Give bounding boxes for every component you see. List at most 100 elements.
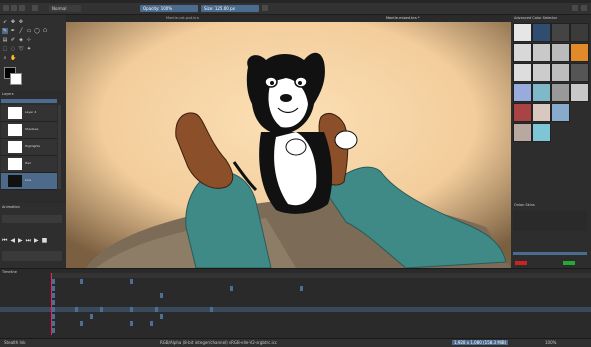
frame-controls[interactable]	[2, 215, 62, 223]
layers-scrollbar[interactable]	[58, 105, 61, 189]
playback-controls[interactable]: ⏮◀▶⏭▶■	[2, 237, 50, 245]
layer-name: Shadows	[25, 127, 39, 131]
opacity-slider[interactable]: Opacity: 100%	[140, 5, 198, 12]
colorpicker-icon[interactable]: ✐	[10, 37, 16, 43]
brush-preset-tile[interactable]	[532, 43, 551, 62]
timeline-title: Timeline	[2, 270, 17, 274]
brush-preset-tile[interactable]	[570, 63, 589, 82]
layer-name: Highlights	[25, 144, 41, 148]
brush-preset-tile[interactable]	[551, 63, 570, 82]
brush-preset-tile[interactable]	[532, 123, 551, 142]
workspace-icon[interactable]	[572, 5, 578, 11]
line-tool-icon[interactable]: ╱	[18, 28, 24, 34]
background-color-swatch[interactable]	[10, 73, 22, 85]
brush-preset-tile[interactable]	[570, 83, 589, 102]
color-profile: RGB/Alpha (8-bit integer/channel) sRGB-e…	[160, 340, 278, 345]
save-icon[interactable]	[19, 5, 25, 11]
previous-frames-color[interactable]	[515, 261, 527, 265]
playhead[interactable]	[51, 273, 52, 335]
brush-preset-tile[interactable]	[551, 43, 570, 62]
ellipse-select-icon[interactable]: ◌	[10, 46, 16, 52]
brush-preset-tile[interactable]	[513, 63, 532, 82]
magic-wand-icon[interactable]: ✦	[26, 46, 32, 52]
timeline-row[interactable]	[0, 314, 591, 319]
zoom-icon[interactable]: ⌕	[2, 55, 8, 61]
layer-row[interactable]: Layer 4	[1, 105, 57, 122]
tab-document-1[interactable]: Mantle-cat-psd.kra	[166, 15, 199, 22]
onion-skin-slider[interactable]	[513, 252, 587, 255]
timeline-row[interactable]	[0, 328, 591, 333]
next-frames-color[interactable]	[563, 261, 575, 265]
layers-title: Layers	[2, 92, 14, 96]
brush-preset-tile[interactable]	[551, 83, 570, 102]
timeline-row[interactable]	[0, 300, 591, 305]
close-icon[interactable]	[581, 5, 587, 11]
canvas[interactable]	[66, 22, 511, 268]
layer-opacity-bar[interactable]	[1, 99, 57, 103]
layer-thumbnail	[8, 124, 22, 136]
layer-name: Layer 4	[25, 110, 37, 114]
layer-row[interactable]: Highlights	[1, 139, 57, 156]
fps-controls[interactable]	[2, 251, 62, 261]
fill-tool-icon[interactable]: ◈	[18, 37, 24, 43]
brush-preset-tile[interactable]	[551, 23, 570, 42]
layer-thumbnail	[8, 107, 22, 119]
mirror-icon[interactable]	[262, 5, 268, 11]
size-slider[interactable]: Size: 125.00 px	[201, 5, 259, 12]
assistant-tool-icon[interactable]: ⊹	[26, 37, 32, 43]
rect-select-icon[interactable]: ⬚	[2, 46, 8, 52]
open-document-icon[interactable]	[11, 5, 17, 11]
layer-thumbnail	[8, 158, 22, 170]
layers-docker: Layers Layer 4 Shadows Highlights Hair L…	[0, 91, 66, 201]
onion-skins-title: Onion Skins	[514, 203, 535, 207]
brush-preset-tile[interactable]	[532, 63, 551, 82]
brush-preset-tile[interactable]	[532, 103, 551, 122]
timeline-row[interactable]	[0, 293, 591, 298]
brush-preset-tile[interactable]	[513, 23, 532, 42]
image-size: 1,920 x 1,080 (158.3 MiB)	[452, 340, 509, 345]
color-selector-title: Advanced Color Selector	[514, 16, 558, 20]
layer-row-selected[interactable]: Line	[1, 173, 57, 190]
zoom-level[interactable]: 100%	[545, 340, 556, 345]
brush-preset-tile[interactable]	[570, 43, 589, 62]
animation-docker: Animation ⏮◀▶⏭▶■	[0, 203, 66, 269]
onion-skin-graph[interactable]	[513, 211, 587, 231]
tab-document-2[interactable]: Mantle-mixed.kra *	[386, 15, 419, 22]
layer-name: Line	[25, 178, 32, 182]
move-tool-icon[interactable]: ✜	[18, 19, 24, 25]
ellipse-tool-icon[interactable]: ◯	[34, 28, 40, 34]
brush-preset-tile[interactable]	[551, 103, 570, 122]
calligraphy-icon[interactable]: ✒	[10, 28, 16, 34]
new-document-icon[interactable]	[3, 5, 9, 11]
brush-preset-tile[interactable]	[513, 43, 532, 62]
brush-presets-docker: Advanced Color Selector Onion Skins	[511, 15, 591, 268]
timeline-ruler[interactable]	[50, 273, 591, 278]
select-tool-icon[interactable]: ➶	[2, 19, 8, 25]
brush-preset-tile[interactable]	[532, 23, 551, 42]
layer-row[interactable]: Shadows	[1, 122, 57, 139]
gradient-tool-icon[interactable]: ▤	[2, 37, 8, 43]
animation-title: Animation	[2, 205, 20, 209]
artwork	[66, 22, 511, 268]
freehand-brush-icon[interactable]: ✎	[2, 28, 8, 34]
brush-preset-tile[interactable]	[513, 123, 532, 142]
timeline-docker: Timeline	[0, 268, 591, 339]
timeline-row-selected[interactable]	[0, 307, 591, 312]
rectangle-tool-icon[interactable]: ▭	[26, 28, 32, 34]
pan-icon[interactable]: ✋	[10, 55, 16, 61]
brush-preset-tile[interactable]	[532, 83, 551, 102]
brush-preset-tile[interactable]	[513, 83, 532, 102]
timeline-row[interactable]	[0, 279, 591, 284]
current-brush: Stealth Ink	[4, 340, 26, 345]
blend-mode-select[interactable]: Normal	[49, 5, 81, 12]
transform-tool-icon[interactable]: ✥	[10, 19, 16, 25]
polygon-tool-icon[interactable]: ⬠	[42, 28, 48, 34]
layer-row[interactable]: Hair	[1, 156, 57, 173]
brush-preset-tile[interactable]	[513, 103, 532, 122]
brush-preset-icon[interactable]	[32, 5, 38, 11]
timeline-row[interactable]	[0, 321, 591, 326]
lasso-icon[interactable]: ➰	[18, 46, 24, 52]
timeline-row[interactable]	[0, 286, 591, 291]
layer-thumbnail	[8, 141, 22, 153]
brush-preset-tile[interactable]	[570, 23, 589, 42]
